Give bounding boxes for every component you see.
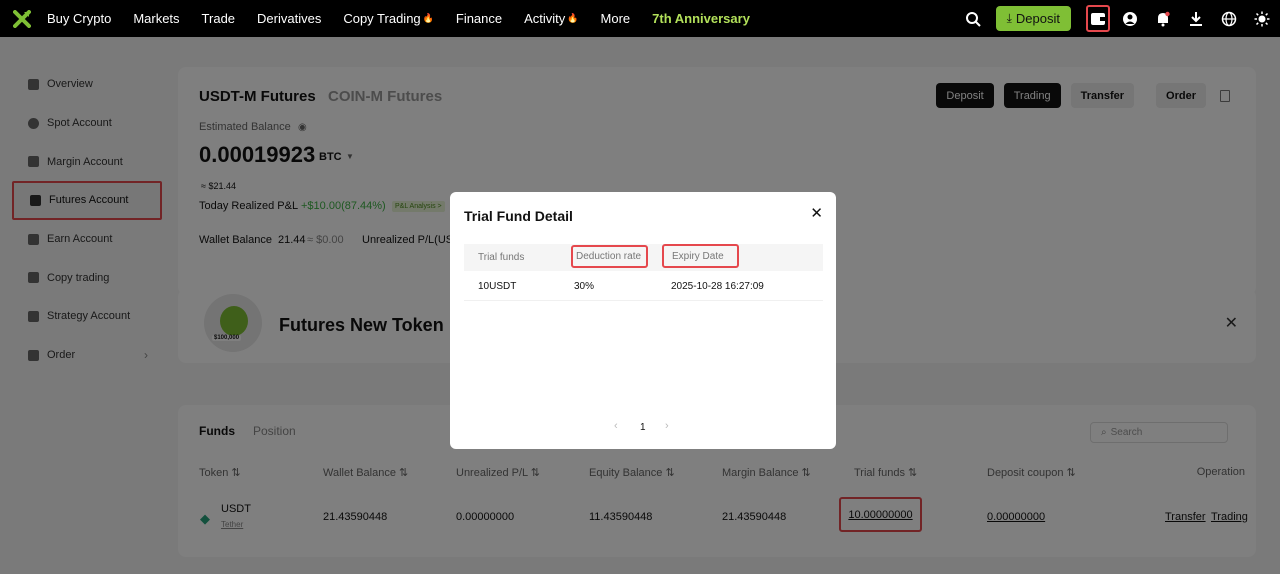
theme-icon[interactable] [1252, 9, 1272, 29]
download-icon[interactable] [1186, 9, 1206, 29]
prev-page-icon[interactable]: ‹ [614, 420, 618, 432]
fire-icon: 🔥 [422, 13, 434, 23]
user-icon[interactable] [1120, 9, 1140, 29]
modal-row-funds: 10USDT [478, 281, 517, 292]
next-page-icon[interactable]: › [665, 420, 669, 432]
nav-activity[interactable]: Activity 🔥 [524, 11, 578, 26]
nav-more[interactable]: More [601, 11, 631, 26]
bell-icon[interactable] [1153, 9, 1173, 29]
modal-col-deduction-rate-label: Deduction rate [576, 251, 642, 262]
row-divider [464, 300, 823, 301]
nav-anniversary[interactable]: 7th Anniversary [652, 11, 750, 26]
deposit-button[interactable]: ⤓ Deposit [995, 6, 1071, 31]
nav-trade[interactable]: Trade [202, 11, 235, 26]
page-number[interactable]: 1 [640, 422, 646, 433]
logo-icon[interactable] [13, 9, 31, 28]
globe-icon[interactable] [1219, 9, 1239, 29]
nav-markets[interactable]: Markets [133, 11, 179, 26]
nav-derivatives[interactable]: Derivatives [257, 11, 321, 26]
trial-fund-modal: Trial Fund Detail ✕ Trial funds Deductio… [450, 192, 836, 449]
modal-col-trial-funds: Trial funds [478, 252, 525, 263]
modal-row-expiry: 2025-10-28 16:27:09 [671, 281, 764, 292]
modal-title: Trial Fund Detail [464, 208, 573, 224]
modal-col-deduction-rate: Deduction rate [571, 245, 648, 268]
search-icon[interactable] [963, 9, 983, 29]
top-nav: Buy Crypto Markets Trade Derivatives Cop… [0, 0, 1280, 37]
modal-row-rate: 30% [574, 281, 595, 292]
download-arrow-icon: ⤓ [1006, 11, 1012, 25]
close-icon[interactable]: ✕ [810, 204, 823, 222]
fire-icon: 🔥 [567, 13, 579, 23]
deposit-button-label: Deposit [1015, 11, 1060, 26]
nav-buy-crypto[interactable]: Buy Crypto [47, 11, 111, 26]
modal-col-expiry-date-label: Expiry Date [672, 250, 724, 262]
wallet-icon[interactable] [1086, 5, 1110, 32]
modal-col-expiry-date: Expiry Date [662, 244, 739, 268]
nav-copy-trading-label: Copy Trading [343, 11, 421, 26]
nav-copy-trading[interactable]: Copy Trading 🔥 [343, 11, 434, 26]
nav-finance[interactable]: Finance [456, 11, 502, 26]
nav-activity-label: Activity [524, 11, 566, 26]
